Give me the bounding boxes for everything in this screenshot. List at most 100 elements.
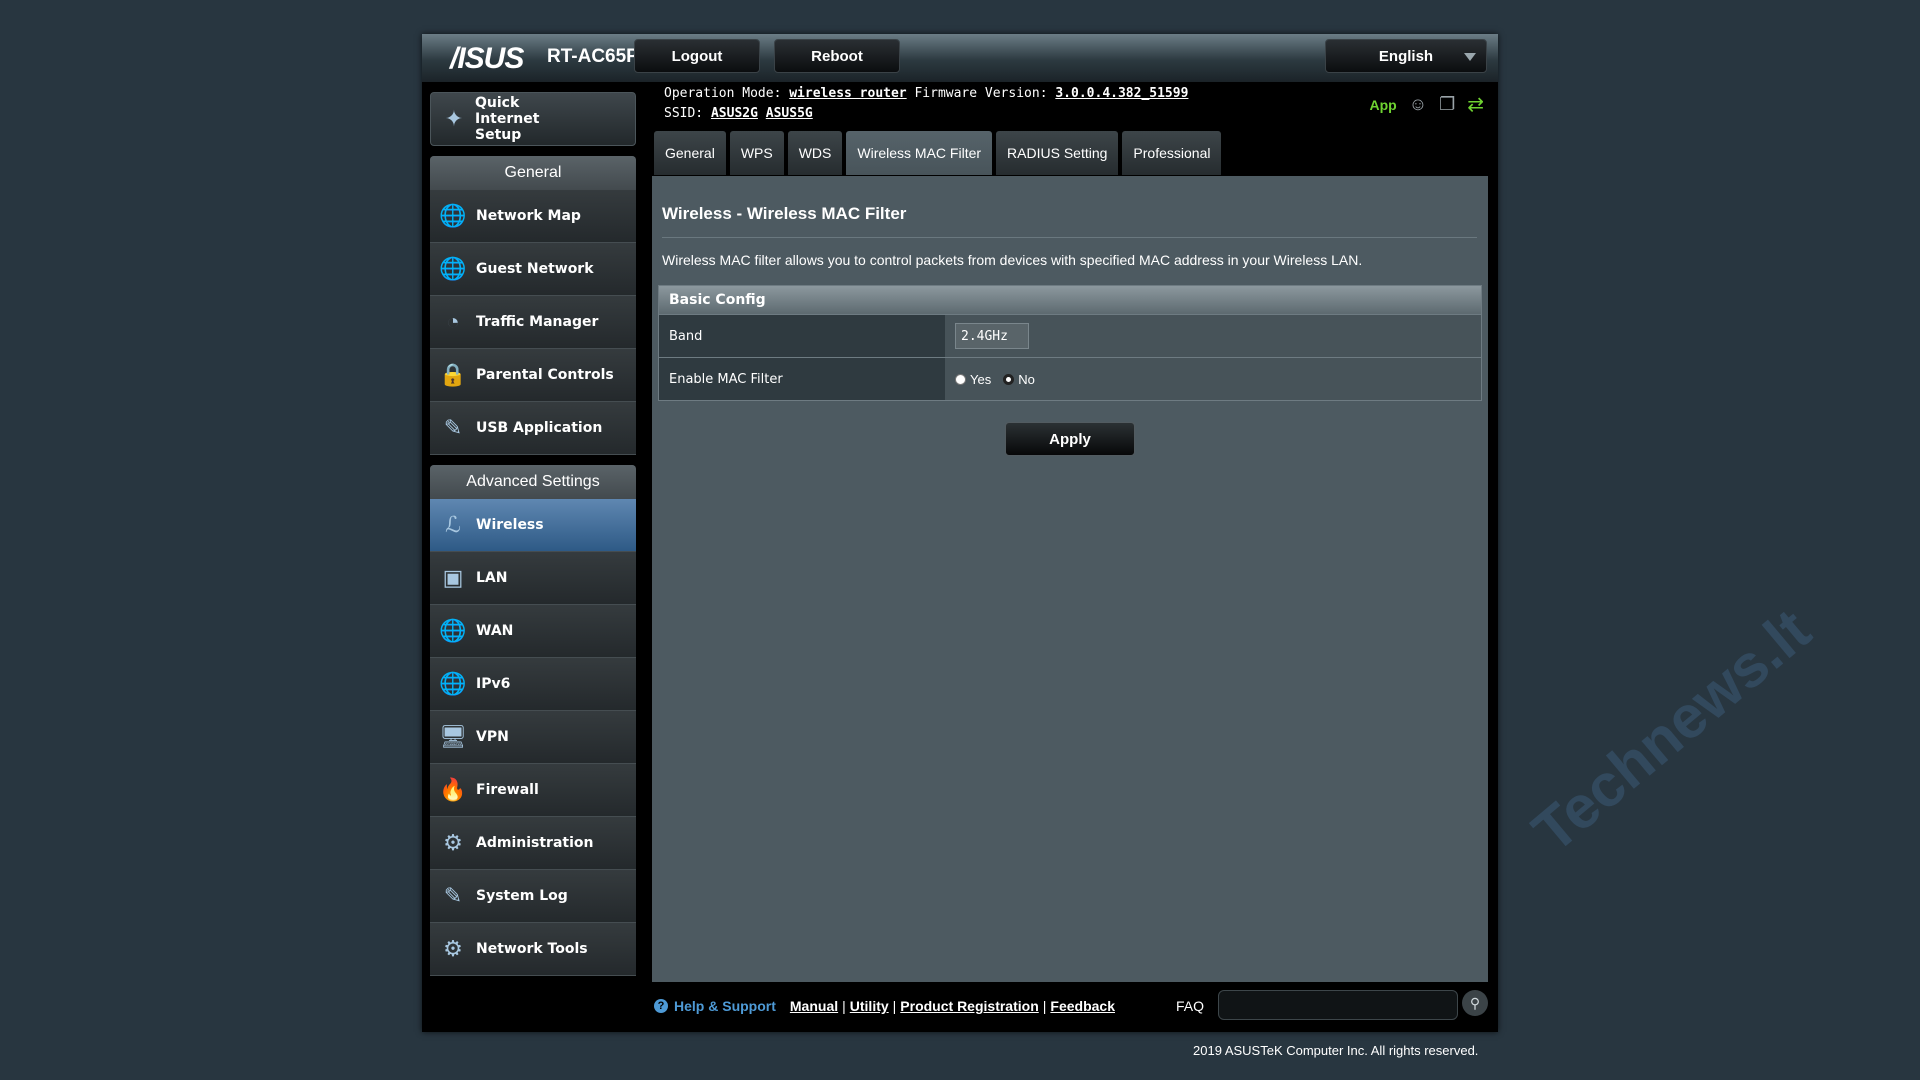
sidebar-item-ipv6[interactable]: 🌐 IPv6 (430, 658, 636, 711)
router-frame: /ISUS RT-AC65P Logout Reboot English ✦ Q… (422, 34, 1823, 1032)
sidebar-item-label: WAN (476, 623, 514, 639)
sidebar-item-network-map[interactable]: 🌐 Network Map (430, 190, 636, 243)
language-select[interactable]: English (1325, 39, 1487, 73)
sidebar-item-parental-controls[interactable]: 🔒 Parental Controls (430, 349, 636, 402)
devices-icon[interactable]: ❐ (1439, 94, 1455, 115)
help-support-label: Help & Support (674, 998, 776, 1014)
tab-wireless-mac-filter[interactable]: Wireless MAC Filter (846, 131, 993, 175)
utility-link[interactable]: Utility (850, 998, 889, 1014)
operation-mode-label: Operation Mode: (664, 86, 782, 101)
sidebar-item-label: IPv6 (476, 676, 511, 692)
apply-button[interactable]: Apply (1005, 422, 1135, 456)
sidebar-item-label: Network Tools (476, 941, 588, 957)
mac-filter-yes-radio[interactable]: Yes (955, 372, 991, 387)
radio-yes-dot[interactable] (955, 373, 966, 385)
parental-controls-icon: 🔒 (439, 362, 467, 387)
main-panel: Wireless - Wireless MAC Filter Wireless … (652, 176, 1823, 982)
faq-search-input[interactable] (1218, 990, 1458, 1020)
sidebar-item-label: Guest Network (476, 261, 594, 277)
lan-icon: ▣ (442, 565, 464, 590)
asus-logo: /ISUS (450, 42, 524, 75)
ssid-label: SSID: (664, 106, 704, 121)
page-description: Wireless MAC filter allows you to contro… (662, 252, 1363, 268)
sidebar-item-lan[interactable]: ▣ LAN (430, 552, 636, 605)
ssid-5g-link[interactable]: ASUS5G (766, 106, 813, 121)
administration-icon: ⚙ (443, 830, 463, 855)
firewall-icon: 🔥 (439, 777, 467, 802)
sidebar: ✦ Quick Internet Setup General 🌐 Network… (430, 92, 636, 976)
usb-icon[interactable]: ⇄ (1467, 92, 1484, 117)
tab-wds[interactable]: WDS (787, 131, 843, 175)
sidebar-item-traffic-manager[interactable]: ◔ Traffic Manager (430, 296, 636, 349)
firmware-link[interactable]: 3.0.0.4.382_51599 (1055, 86, 1188, 101)
status-info: Operation Mode: wireless router Firmware… (664, 84, 1188, 124)
quick-internet-setup-button[interactable]: ✦ Quick Internet Setup (430, 92, 636, 146)
tab-professional[interactable]: Professional (1122, 131, 1222, 175)
sidebar-item-label: USB Application (476, 420, 603, 436)
network-map-icon: 🌐 (439, 203, 467, 228)
sidebar-item-network-tools[interactable]: ⚙ Network Tools (430, 923, 636, 976)
firmware-label: Firmware Version: (914, 86, 1048, 101)
mac-filter-label: Enable MAC Filter (659, 358, 945, 400)
general-section-title: General (430, 156, 636, 190)
sidebar-item-label: Firewall (476, 782, 539, 798)
sidebar-item-firewall[interactable]: 🔥 Firewall (430, 764, 636, 817)
radio-yes-label: Yes (970, 371, 992, 387)
status-icons: App ☺ ❐ ⇄ (1369, 92, 1484, 117)
wand-icon: ✦ (444, 106, 464, 131)
operation-mode-link[interactable]: wireless router (789, 86, 906, 101)
ipv6-icon: 🌐 (439, 671, 467, 696)
sidebar-item-administration[interactable]: ⚙ Administration (430, 817, 636, 870)
tab-general[interactable]: General (654, 131, 726, 175)
product-registration-link[interactable]: Product Registration (900, 998, 1038, 1014)
top-bar: /ISUS RT-AC65P Logout Reboot English (422, 34, 1498, 82)
search-icon[interactable]: ⚲ (1462, 990, 1488, 1016)
feedback-link[interactable]: Feedback (1050, 998, 1115, 1014)
sidebar-item-label: Parental Controls (476, 367, 614, 383)
sidebar-item-wan[interactable]: 🌐 WAN (430, 605, 636, 658)
sidebar-item-label: Wireless (476, 517, 544, 533)
watermark: Technews.lt (1520, 595, 1823, 866)
help-support[interactable]: ? Help & Support (654, 998, 776, 1014)
sidebar-item-label: Traffic Manager (476, 314, 599, 330)
band-select[interactable]: 2.4GHz (955, 323, 1029, 349)
mac-filter-no-radio[interactable]: No (1003, 372, 1035, 387)
usb-application-icon: ✎ (443, 415, 463, 440)
sidebar-item-label: System Log (476, 888, 568, 904)
clients-icon[interactable]: ☺ (1409, 94, 1427, 115)
general-section: General 🌐 Network Map 🌐 Guest Network ◔ … (430, 156, 636, 455)
vpn-icon: 🖥 (439, 724, 467, 749)
faq-label: FAQ (1176, 998, 1205, 1014)
manual-link[interactable]: Manual (790, 998, 838, 1014)
sidebar-item-vpn[interactable]: 🖥 VPN (430, 711, 636, 764)
traffic-manager-icon: ◔ (446, 309, 460, 334)
quick-setup-label: Quick Internet Setup (475, 95, 540, 143)
sidebar-item-label: LAN (476, 570, 508, 586)
ssid-2g-link[interactable]: ASUS2G (711, 106, 758, 121)
tab-bar: General WPS WDS Wireless MAC Filter RADI… (654, 131, 1222, 175)
wireless-icon: ℒ (445, 512, 461, 537)
sidebar-item-label: Network Map (476, 208, 581, 224)
footer-links: ? Help & Support Manual | Utility | Prod… (654, 998, 1115, 1014)
sidebar-item-guest-network[interactable]: 🌐 Guest Network (430, 243, 636, 296)
sidebar-item-system-log[interactable]: ✎ System Log (430, 870, 636, 923)
language-value: English (1378, 47, 1434, 65)
logout-button[interactable]: Logout (634, 39, 760, 73)
copyright: 2019 ASUSTeK Computer Inc. All rights re… (1193, 1043, 1479, 1058)
band-row: Band 2.4GHz (659, 314, 1481, 357)
basic-config-table: Basic Config Band 2.4GHz Enable MAC Filt… (658, 285, 1482, 401)
reboot-button[interactable]: Reboot (774, 39, 900, 73)
tab-wps[interactable]: WPS (729, 131, 784, 175)
app-link[interactable]: App (1369, 97, 1396, 113)
chevron-down-icon (1464, 53, 1476, 61)
sidebar-item-wireless[interactable]: ℒ Wireless (430, 499, 636, 552)
divider (662, 237, 1477, 238)
advanced-section: Advanced Settings ℒ Wireless ▣ LAN 🌐 WAN… (430, 465, 636, 976)
radio-no-dot[interactable] (1003, 373, 1015, 385)
radio-no-label: No (1018, 371, 1035, 387)
network-tools-icon: ⚙ (443, 936, 463, 961)
sidebar-item-label: Administration (476, 835, 594, 851)
sidebar-item-usb-application[interactable]: ✎ USB Application (430, 402, 636, 455)
model-name: RT-AC65P (547, 46, 639, 67)
tab-radius-setting[interactable]: RADIUS Setting (996, 131, 1119, 175)
